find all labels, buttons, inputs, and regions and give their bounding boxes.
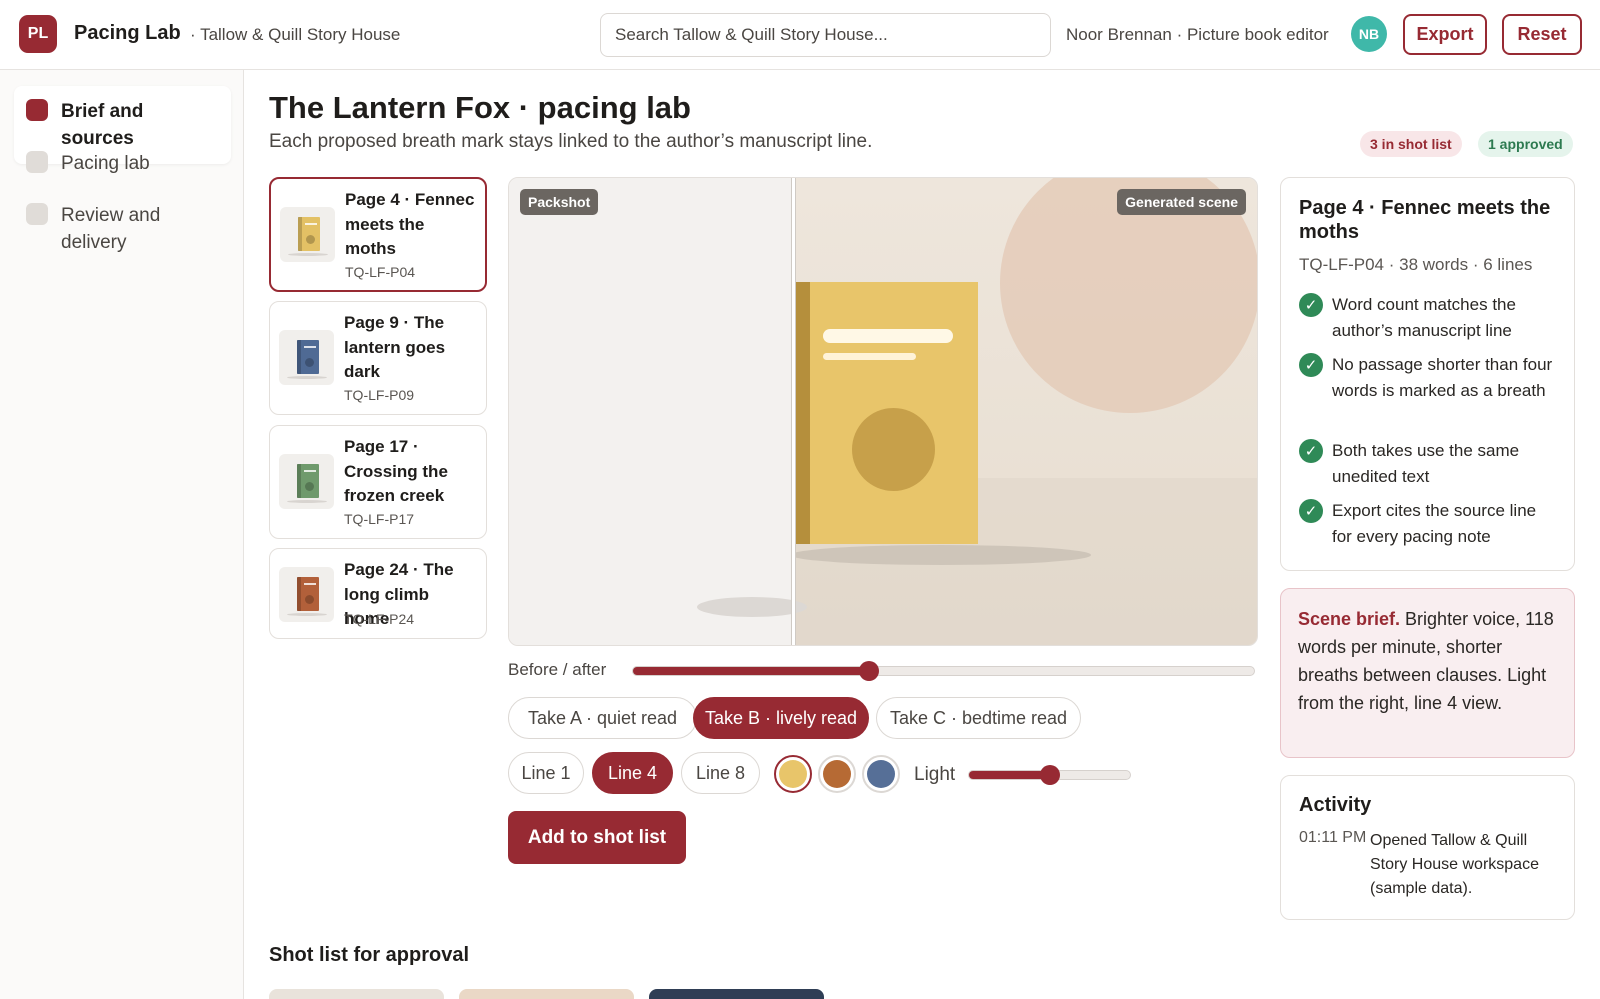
page-card-code: TQ-LF-P04 — [345, 264, 416, 280]
packshot-pane — [509, 178, 794, 645]
sidebar-item-review[interactable]: Review and delivery — [14, 190, 231, 268]
page-card-p17[interactable]: Page 17 · Crossing the frozen creek TQ-L… — [269, 425, 487, 539]
before-after-label: Before / after — [508, 660, 607, 679]
shot-thumbnail[interactable] — [459, 989, 634, 999]
packshot-label: Packshot — [520, 189, 599, 215]
page-title: The Lantern Fox · pacing lab — [269, 90, 691, 125]
page-card-code: TQ-LF-P09 — [344, 387, 415, 403]
page-card-code: TQ-LF-P17 — [344, 511, 415, 527]
page-details-panel: Page 4 · Fennec meets the moths TQ-LF-P0… — [1280, 177, 1575, 571]
details-title: Page 4 · Fennec meets the moths — [1299, 197, 1551, 243]
sidebar-item-label: Review and delivery — [61, 205, 161, 253]
check-item: ✓ No passage shorter than four words is … — [1299, 352, 1561, 404]
before-after-preview[interactable]: Packshot Generated scene — [508, 177, 1258, 646]
top-bar: PL Pacing Lab · Tallow & Quill Story Hou… — [0, 0, 1600, 70]
generated-scene-label: Generated scene — [1117, 189, 1246, 215]
shot-thumbnail[interactable] — [649, 989, 824, 999]
page-card-code: TQ-LF-P24 — [344, 611, 415, 627]
check-item: ✓ Word count matches the author’s manusc… — [1299, 292, 1561, 344]
book-thumbnail — [280, 207, 335, 262]
light-slider[interactable] — [968, 765, 1131, 785]
before-after-slider[interactable] — [632, 661, 1255, 681]
reset-button[interactable]: Reset — [1502, 14, 1582, 55]
page-card-title: Page 9 · The lantern goes dark — [344, 313, 446, 381]
check-icon: ✓ — [1299, 293, 1323, 317]
slider-thumb[interactable] — [858, 661, 879, 681]
take-b-button[interactable]: Take B · lively read — [693, 697, 869, 739]
approved-count-badge: 1 approved — [1478, 131, 1573, 157]
check-item: ✓ Both takes use the same unedited text — [1299, 438, 1561, 490]
take-c-button[interactable]: Take C · bedtime read — [876, 697, 1081, 739]
activity-panel: Activity 01:11 PM Opened Tallow & Quill … — [1280, 775, 1575, 920]
nav-marker-icon — [26, 203, 48, 225]
check-icon: ✓ — [1299, 353, 1323, 377]
shot-list-title: Shot list for approval — [269, 944, 470, 966]
page-card-p09[interactable]: Page 9 · The lantern goes dark TQ-LF-P09 — [269, 301, 487, 415]
book-icon — [297, 577, 319, 611]
activity-text: Opened Tallow & Quill Story House worksp… — [1370, 832, 1539, 897]
shot-thumbnail[interactable] — [269, 989, 444, 999]
page-card-title: Page 4 · Fennec meets the moths — [345, 190, 475, 258]
scene-brief-panel: Scene brief. Brighter voice, 118 words p… — [1280, 588, 1575, 758]
book-thumbnail — [279, 454, 334, 509]
line-4-button[interactable]: Line 4 — [592, 752, 673, 794]
scene-brief-text: Scene brief. Brighter voice, 118 words p… — [1298, 609, 1554, 713]
shot-list-count-badge: 3 in shot list — [1360, 131, 1462, 157]
scene-brief-label: Scene brief. — [1298, 609, 1401, 629]
color-swatch-blue[interactable] — [862, 755, 900, 793]
sidebar-item-label: Pacing lab — [61, 153, 150, 174]
check-icon: ✓ — [1299, 499, 1323, 523]
check-icon: ✓ — [1299, 439, 1323, 463]
light-label: Light — [914, 764, 956, 785]
line-8-button[interactable]: Line 8 — [681, 752, 760, 794]
book-icon — [297, 464, 319, 498]
line-1-button[interactable]: Line 1 — [508, 752, 584, 794]
user-label: Noor Brennan · Picture book editor — [1066, 25, 1329, 44]
color-swatch-yellow[interactable] — [774, 755, 812, 793]
export-button[interactable]: Export — [1403, 14, 1487, 55]
details-meta: TQ-LF-P04 · 38 words · 6 lines — [1299, 255, 1533, 274]
book-icon — [298, 217, 320, 251]
color-swatch-orange[interactable] — [818, 755, 856, 793]
book-thumbnail — [279, 567, 334, 622]
page-subtitle: Each proposed breath mark stays linked t… — [269, 131, 873, 152]
book-shadow — [791, 545, 1091, 565]
add-to-shot-list-button[interactable]: Add to shot list — [508, 811, 686, 864]
slider-thumb[interactable] — [1039, 765, 1060, 785]
book-icon — [297, 340, 319, 374]
page-card-p04[interactable]: Page 4 · Fennec meets the moths TQ-LF-P0… — [269, 177, 487, 292]
app-logo: PL — [19, 15, 57, 53]
workspace-name: · Tallow & Quill Story House — [190, 25, 401, 44]
sidebar: Brief and sources Pacing lab Review and … — [0, 70, 244, 999]
book-shadow — [697, 597, 807, 617]
nav-marker-icon — [26, 151, 48, 173]
page-card-p24[interactable]: Page 24 · The long climb home TQ-LF-P24 — [269, 548, 487, 639]
check-item: ✓ Export cites the source line for every… — [1299, 498, 1561, 550]
before-after-divider-handle[interactable] — [792, 178, 795, 645]
activity-title: Activity — [1299, 794, 1372, 816]
page-card-title: Page 17 · Crossing the frozen creek — [344, 437, 448, 505]
app-name: Pacing Lab — [74, 22, 181, 44]
nav-marker-icon — [26, 99, 48, 121]
book-cover-illustration — [791, 282, 978, 544]
search-input[interactable] — [600, 13, 1051, 57]
sidebar-item-pacing-lab[interactable]: Pacing lab — [14, 138, 231, 189]
book-thumbnail — [279, 330, 334, 385]
activity-time: 01:11 PM — [1299, 829, 1367, 846]
take-a-button[interactable]: Take A · quiet read — [508, 697, 697, 739]
avatar[interactable]: NB — [1351, 16, 1387, 52]
